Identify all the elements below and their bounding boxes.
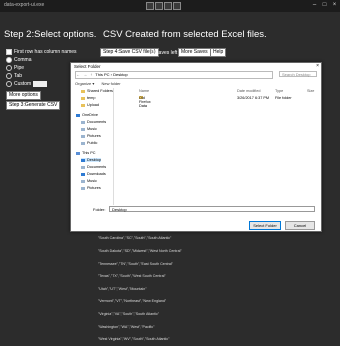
file-date: 3/26/2017 6:37 PM bbox=[237, 96, 270, 100]
comma-option[interactable]: Comma bbox=[6, 57, 32, 63]
column-date[interactable]: Date modified bbox=[237, 89, 260, 93]
pipe-label: Pipe bbox=[14, 65, 25, 71]
minimize-icon[interactable]: – bbox=[310, 1, 319, 10]
csv-line: "Vermont","VT","Northeast","New England" bbox=[98, 299, 167, 304]
close-icon[interactable]: × bbox=[330, 1, 339, 10]
quick-toolbar bbox=[146, 2, 181, 10]
comma-label: Comma bbox=[14, 57, 32, 63]
nav-item-this-pc[interactable]: This PC bbox=[76, 151, 96, 155]
dialog-title: Select Folder bbox=[74, 64, 101, 69]
music-icon bbox=[81, 179, 85, 183]
tab-label: Tab bbox=[14, 73, 23, 79]
back-arrow-icon[interactable]: ← bbox=[76, 72, 80, 77]
command-bar: Organize ▾ New folder bbox=[75, 81, 127, 86]
nav-item-onedrive[interactable]: OneDrive bbox=[76, 113, 98, 117]
new-folder-button[interactable]: New folder bbox=[101, 81, 120, 86]
more-saves-button[interactable]: More Saves bbox=[178, 48, 211, 57]
toolbar-icon-4[interactable] bbox=[173, 2, 181, 10]
more-options-button[interactable]: More options bbox=[6, 91, 41, 100]
nav-item[interactable]: Music bbox=[81, 127, 97, 131]
forward-arrow-icon[interactable]: → bbox=[83, 72, 87, 77]
folder-icon bbox=[81, 127, 85, 131]
tab-option[interactable]: Tab bbox=[6, 73, 22, 79]
search-input[interactable]: Search Desktop bbox=[279, 71, 317, 77]
pipe-option[interactable]: Pipe bbox=[6, 65, 24, 71]
nav-item[interactable]: Upload bbox=[81, 103, 99, 107]
folder-icon bbox=[81, 165, 85, 169]
save-csv-button[interactable]: Step 4:Save CSV file(s) bbox=[100, 48, 159, 57]
nav-item[interactable]: Shared Folders bbox=[81, 89, 113, 93]
csv-line: "West Virginia","WV","South","South Atla… bbox=[98, 337, 170, 342]
pictures-icon bbox=[81, 186, 85, 190]
csv-output: "South Carolina","SC","South","South Atl… bbox=[98, 228, 182, 346]
generate-csv-button[interactable]: Step 3:Generate CSV bbox=[6, 101, 61, 110]
column-name[interactable]: Name bbox=[139, 89, 149, 93]
csv-line: "South Dakota","SD","Midwest","West Nort… bbox=[98, 249, 182, 254]
folder-label: Folder: bbox=[93, 207, 106, 212]
navigation-pane: Shared Folders temp Upload OneDrive Docu… bbox=[75, 88, 114, 205]
computer-icon bbox=[76, 151, 80, 155]
dialog-close-icon[interactable]: × bbox=[316, 63, 319, 69]
folder-icon bbox=[81, 141, 85, 145]
folder-input[interactable]: Desktop bbox=[109, 206, 315, 212]
tab-radio[interactable] bbox=[6, 73, 12, 79]
organize-button[interactable]: Organize ▾ bbox=[75, 81, 94, 86]
nav-item[interactable]: Pictures bbox=[81, 186, 101, 190]
nav-item[interactable]: Documents bbox=[81, 165, 106, 169]
nav-item[interactable]: Pictures bbox=[81, 134, 101, 138]
desktop-icon bbox=[81, 158, 85, 162]
cancel-button[interactable]: Cancel bbox=[285, 221, 315, 230]
comma-radio[interactable] bbox=[6, 57, 12, 63]
select-folder-dialog: Select Folder × ← → ↑ This PC › Desktop … bbox=[70, 62, 322, 232]
custom-label: Custom bbox=[14, 81, 32, 87]
folder-icon bbox=[81, 89, 85, 93]
nav-item[interactable]: Public bbox=[81, 141, 97, 145]
folder-icon bbox=[81, 134, 85, 138]
download-icon bbox=[81, 172, 85, 176]
first-row-label: First row has column names bbox=[14, 49, 77, 55]
nav-item[interactable]: temp bbox=[81, 96, 95, 100]
address-path: This PC › Desktop bbox=[95, 72, 128, 77]
custom-delimiter-input[interactable] bbox=[33, 81, 48, 87]
csv-line: "Virginia","VA","South","South Atlantic" bbox=[98, 312, 160, 317]
folder-icon bbox=[81, 96, 85, 100]
column-size[interactable]: Size bbox=[307, 89, 314, 93]
address-bar[interactable]: ← → ↑ This PC › Desktop bbox=[75, 71, 273, 79]
step2-heading: Step 2:Select options. bbox=[4, 29, 97, 40]
saves-left-text: 1 saves left bbox=[152, 50, 178, 56]
maximize-icon[interactable]: □ bbox=[320, 1, 329, 10]
csv-line: "Washington","WA","West","Pacific" bbox=[98, 324, 155, 329]
toolbar-icon-3[interactable] bbox=[164, 2, 172, 10]
csv-line: "South Carolina","SC","South","South Atl… bbox=[98, 236, 172, 241]
window-title: data-export-ui.exe bbox=[4, 2, 45, 8]
file-type: File folder bbox=[275, 96, 292, 100]
folder-icon bbox=[81, 103, 85, 107]
csv-heading: CSV Created from selected Excel files. bbox=[103, 29, 267, 40]
csv-line: "Texas","TX","South","West South Central… bbox=[98, 274, 166, 279]
select-folder-button[interactable]: Select Folder bbox=[249, 221, 281, 230]
column-type[interactable]: Type bbox=[275, 89, 283, 93]
nav-item-desktop[interactable]: Desktop bbox=[81, 158, 101, 162]
nav-item[interactable]: Documents bbox=[81, 120, 106, 124]
toolbar-icon-2[interactable] bbox=[155, 2, 163, 10]
nav-item[interactable]: Downloads bbox=[81, 172, 106, 176]
custom-option[interactable]: Custom bbox=[6, 81, 48, 87]
nav-item[interactable]: Music bbox=[81, 179, 97, 183]
csv-line: "Utah","UT","West","Mountain" bbox=[98, 286, 147, 291]
first-row-option[interactable]: First row has column names bbox=[6, 49, 77, 55]
up-arrow-icon[interactable]: ↑ bbox=[90, 72, 92, 77]
toolbar-icon-1[interactable] bbox=[146, 2, 154, 10]
help-button[interactable]: Help bbox=[210, 48, 227, 57]
pipe-radio[interactable] bbox=[6, 65, 12, 71]
custom-radio[interactable] bbox=[6, 81, 12, 87]
cloud-icon bbox=[76, 113, 80, 117]
first-row-checkbox[interactable] bbox=[6, 49, 12, 55]
folder-icon bbox=[81, 120, 85, 124]
title-bar: data-export-ui.exe – □ × bbox=[0, 0, 340, 12]
